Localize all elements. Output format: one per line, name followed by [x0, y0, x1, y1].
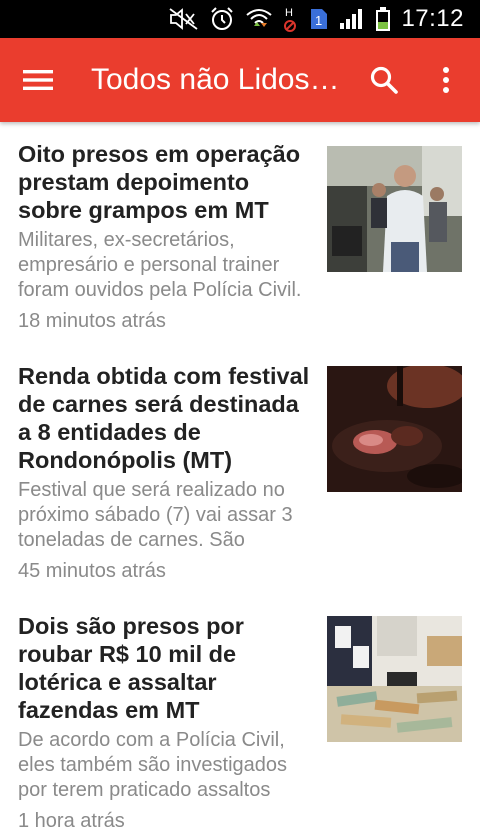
article-summary: Festival que será realizado no próximo s… — [18, 479, 293, 551]
sim-1-icon: 1 — [309, 7, 329, 31]
alarm-icon — [209, 6, 235, 32]
article-time: 45 minutos atrás — [18, 560, 166, 582]
menu-button[interactable] — [14, 56, 62, 104]
article-thumbnail — [327, 146, 462, 272]
h-network-icon: H — [283, 5, 299, 33]
status-clock: 17:12 — [401, 5, 464, 32]
search-button[interactable] — [360, 56, 408, 104]
article-summary: De acordo com a Polícia Civil, eles tamb… — [18, 729, 288, 801]
article-text: Oito presos em operação prestam depoimen… — [18, 140, 318, 334]
article-summary: Militares, ex-secretários, empresário e … — [18, 229, 302, 301]
article-title: Dois são presos por roubar R$ 10 mil de … — [18, 613, 244, 723]
app-bar: Todos não Lidos… — [0, 38, 480, 122]
wifi-icon — [245, 7, 273, 31]
article-text: Dois são presos por roubar R$ 10 mil de … — [18, 612, 318, 834]
screen-title: Todos não Lidos… — [91, 63, 340, 96]
article-time: 1 hora atrás — [18, 810, 125, 832]
article-item[interactable]: Dois são presos por roubar R$ 10 mil de … — [0, 612, 480, 832]
status-icons: H 1 17:12 — [169, 0, 480, 38]
signal-icon — [339, 7, 365, 31]
search-icon — [370, 66, 398, 94]
status-bar: H 1 17:12 — [0, 0, 480, 38]
svg-text:H: H — [285, 7, 293, 19]
article-item[interactable]: Oito presos em operação prestam depoimen… — [0, 140, 480, 364]
svg-text:1: 1 — [315, 13, 322, 28]
article-item[interactable]: Renda obtida com festival de carnes será… — [0, 362, 480, 598]
more-vert-icon — [443, 67, 449, 93]
menu-icon — [23, 70, 53, 90]
article-title: Oito presos em operação prestam depoimen… — [18, 141, 301, 223]
article-thumbnail — [327, 616, 462, 742]
battery-icon — [375, 6, 391, 32]
more-options-button[interactable] — [424, 56, 468, 104]
article-time: 18 minutos atrás — [18, 310, 166, 332]
article-title: Renda obtida com festival de carnes será… — [18, 363, 310, 473]
article-text: Renda obtida com festival de carnes será… — [18, 362, 318, 584]
mute-icon — [169, 8, 199, 30]
article-thumbnail — [327, 366, 462, 492]
